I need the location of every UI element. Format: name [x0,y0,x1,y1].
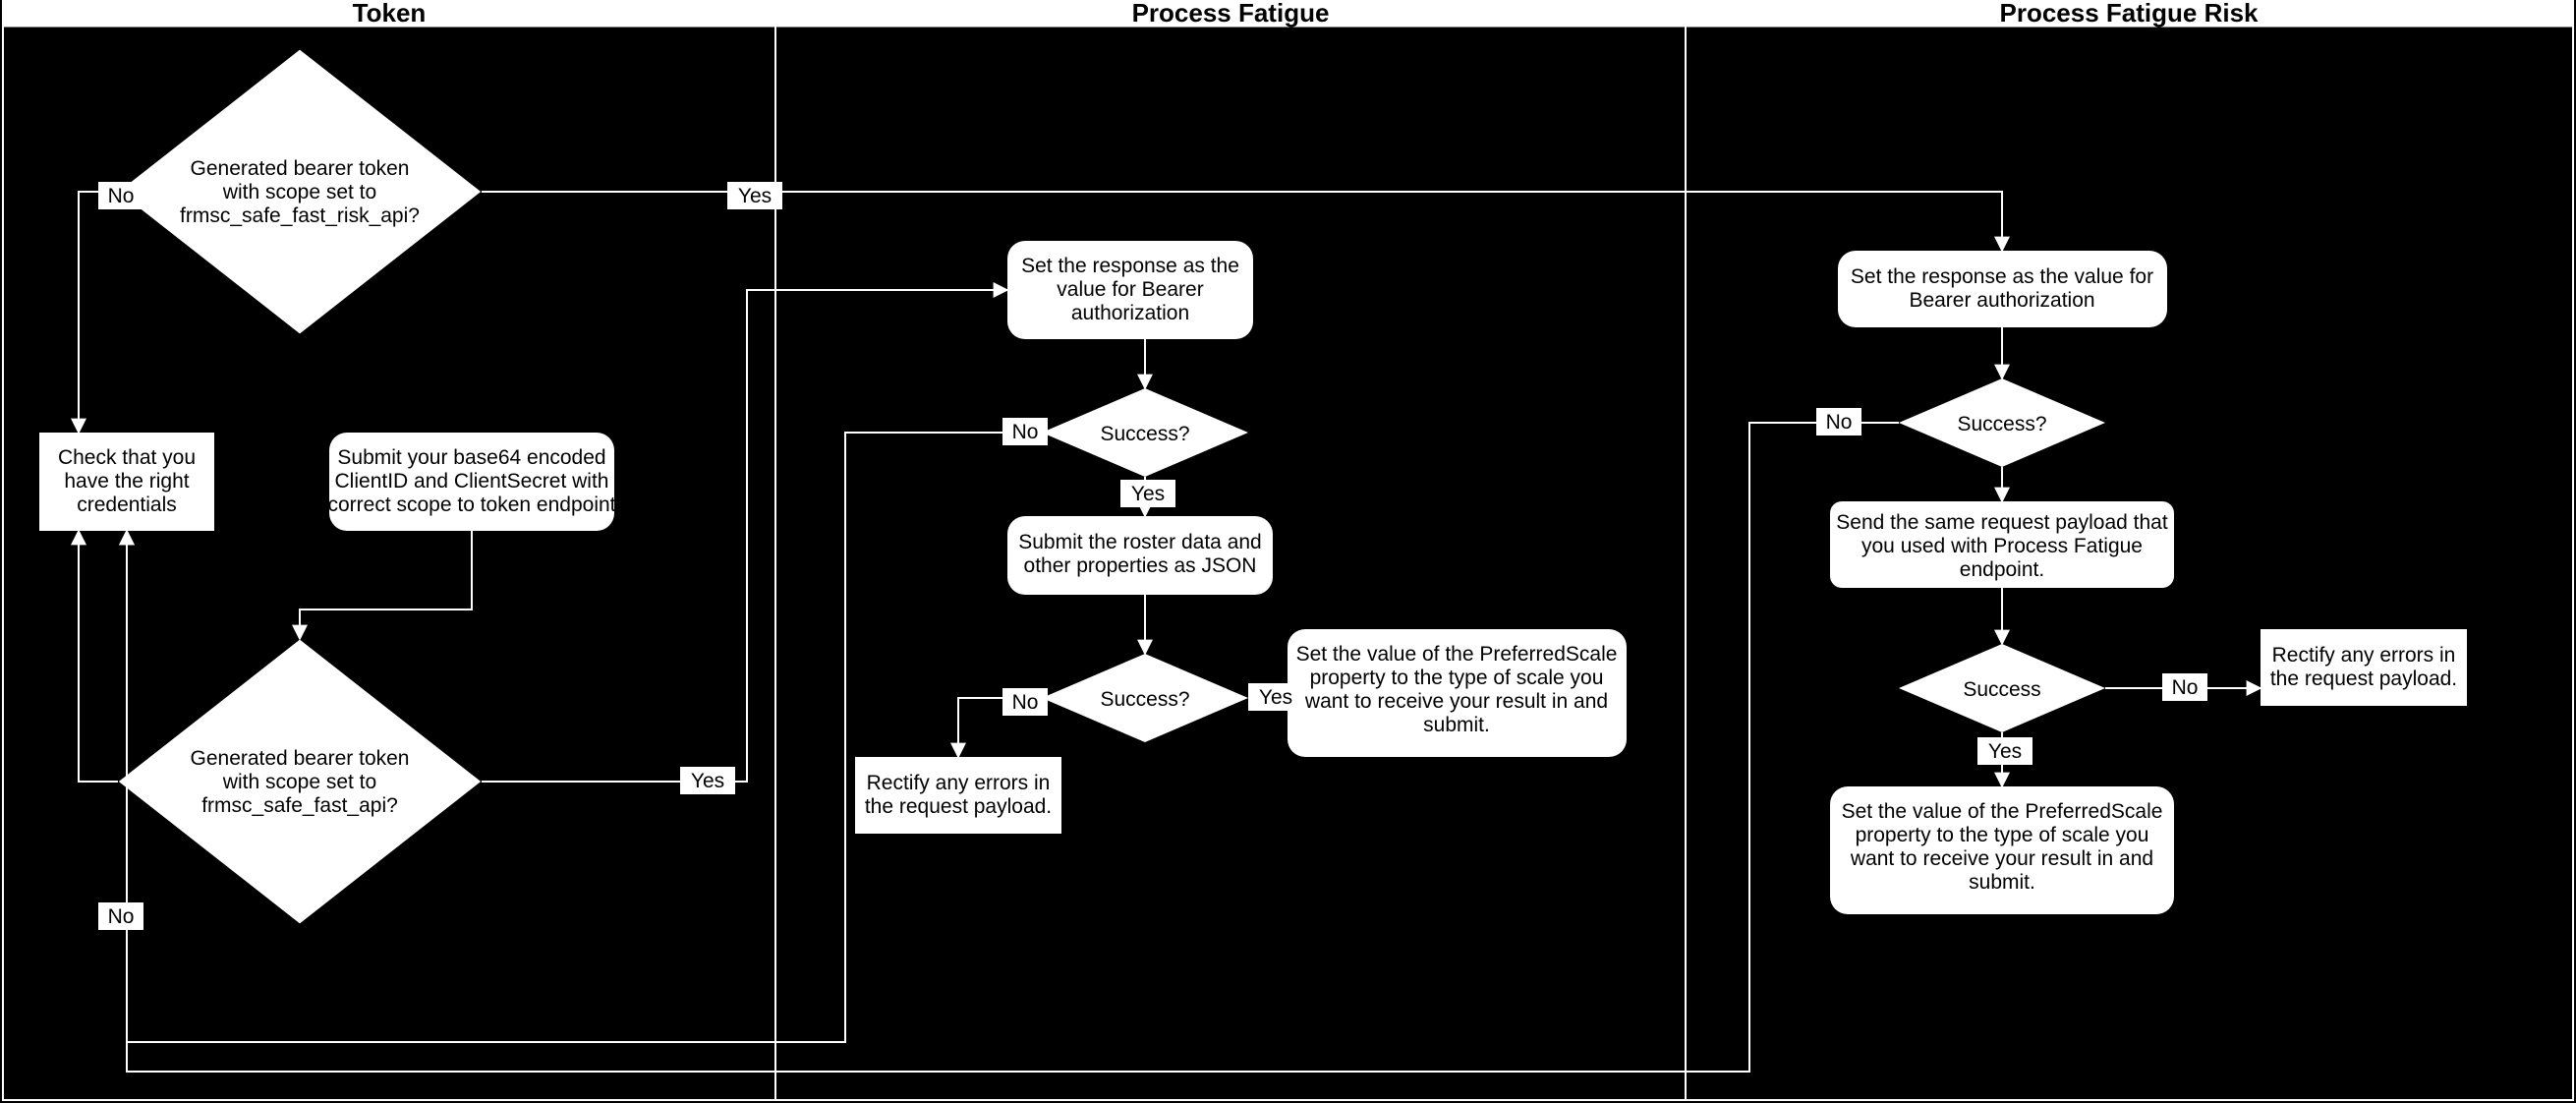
lane-header-process: Process Fatigue [1132,0,1330,28]
process-pr-preferred-scale: Set the value of the PreferredScale prop… [1830,786,2174,914]
svg-text:Success: Success [1963,678,2040,701]
svg-text:Send the same request payload: Send the same request payload that [1836,511,2168,534]
svg-text:Set the value of the Preferred: Set the value of the PreferredScale [1296,643,1618,666]
svg-text:you used with Process Fatigue: you used with Process Fatigue [1861,535,2143,557]
process-pr-set-bearer: Set the response as the value for Bearer… [1838,251,2167,327]
process-pr-rectify: Rectify any errors in the request payloa… [2261,629,2467,706]
svg-text:with scope set to: with scope set to [222,771,376,793]
svg-text:frmsc_safe_fast_api?: frmsc_safe_fast_api? [201,794,398,817]
svg-text:other properties as JSON: other properties as JSON [1024,554,1257,577]
svg-text:Yes: Yes [691,770,724,792]
svg-text:No: No [108,905,135,928]
svg-text:No: No [1012,421,1039,443]
svg-text:Set the response as the value: Set the response as the value for [1851,265,2153,288]
svg-text:Generated bearer token: Generated bearer token [191,157,410,180]
svg-text:Yes: Yes [738,185,772,207]
lane-header-risk: Process Fatigue Risk [2000,0,2260,28]
svg-text:ClientID and ClientSecret with: ClientID and ClientSecret with [335,470,609,493]
svg-text:have the right: have the right [64,470,189,493]
svg-text:property to the type of scale: property to the type of scale you [1310,667,1604,689]
svg-text:Yes: Yes [1259,686,1292,709]
process-pf-preferred-scale: Set the value of the PreferredScale prop… [1288,629,1627,757]
process-pf-rectify: Rectify any errors in the request payloa… [855,757,1061,834]
svg-text:Generated bearer token: Generated bearer token [191,747,410,770]
svg-text:No: No [1826,411,1853,434]
svg-text:value for Bearer: value for Bearer [1057,278,1203,301]
svg-text:Set the response as the: Set the response as the [1021,255,1239,277]
svg-text:the request payload.: the request payload. [865,795,1052,818]
process-submit-credentials: Submit your base64 encoded ClientID and … [327,433,615,531]
svg-text:correct scope to token endpoin: correct scope to token endpoint [327,493,615,516]
svg-text:Yes: Yes [1131,483,1165,505]
svg-text:Success?: Success? [1100,688,1189,711]
svg-text:No: No [1012,691,1039,714]
svg-text:Check that you: Check that you [58,446,196,469]
svg-text:credentials: credentials [77,493,177,516]
svg-text:want to receive your result in: want to receive your result in and [1850,847,2153,870]
svg-text:Success?: Success? [1957,413,2046,435]
svg-text:Set the value of the Preferred: Set the value of the PreferredScale [1842,800,2163,823]
process-pf-set-bearer: Set the response as the value for Bearer… [1007,241,1253,339]
lane-header-token: Token [353,0,427,28]
svg-text:frmsc_safe_fast_risk_api?: frmsc_safe_fast_risk_api? [180,204,420,227]
swimlane-flowchart: Token Process Fatigue Process Fatigue Ri… [0,0,2576,1103]
svg-text:the request payload.: the request payload. [2270,668,2457,690]
svg-text:submit.: submit. [1969,871,2035,894]
svg-text:want to receive your result in: want to receive your result in and [1304,690,1608,713]
svg-text:property to the type of scale: property to the type of scale you [1856,824,2149,846]
svg-text:No: No [108,185,135,207]
svg-text:No: No [2172,676,2199,699]
process-pr-send-payload: Send the same request payload that you u… [1830,501,2174,588]
svg-text:Rectify any errors in: Rectify any errors in [867,772,1051,794]
process-pf-submit-roster: Submit the roster data and other propert… [1007,516,1273,595]
svg-text:endpoint.: endpoint. [1960,558,2044,581]
svg-text:Yes: Yes [1988,740,2022,763]
svg-text:authorization: authorization [1071,302,1189,324]
svg-text:Rectify any errors in: Rectify any errors in [2272,644,2456,667]
svg-text:Bearer authorization: Bearer authorization [1909,289,2094,312]
svg-text:Submit your base64 encoded: Submit your base64 encoded [337,446,605,469]
svg-text:with scope set to: with scope set to [222,181,376,203]
svg-text:submit.: submit. [1423,714,1490,736]
svg-text:Submit the roster data and: Submit the roster data and [1018,531,1261,553]
process-check-credentials: Check that you have the right credential… [39,433,214,531]
svg-text:Success?: Success? [1100,423,1189,445]
